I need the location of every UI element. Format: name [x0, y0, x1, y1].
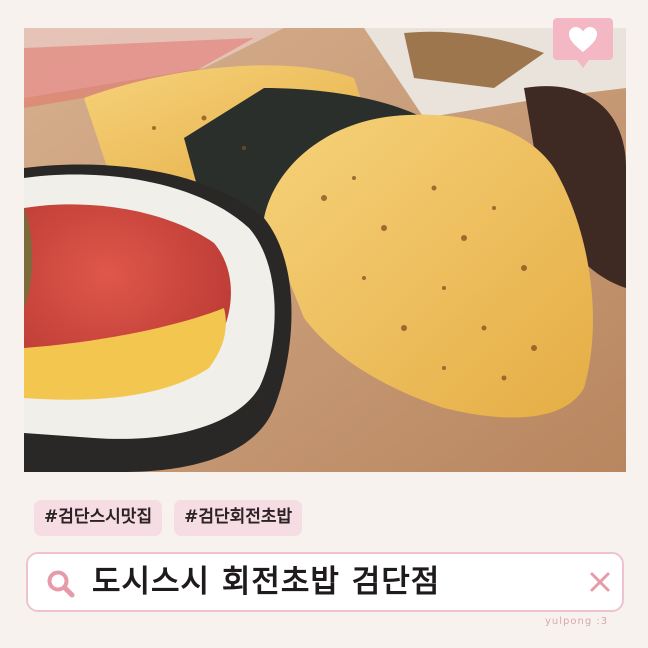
heart-icon[interactable]: [551, 16, 615, 72]
search-input[interactable]: 도시스시 회전초밥 검단점: [92, 554, 440, 610]
close-icon[interactable]: [589, 571, 611, 593]
sushi-photo: [24, 28, 626, 472]
search-icon[interactable]: [45, 568, 77, 600]
sushi-photo-illustration: [24, 28, 626, 472]
post-card: #검단스시맛집 #검단회전초밥 도시스시 회전초밥 검단점 yulpong :3: [0, 0, 648, 648]
watermark: yulpong :3: [545, 616, 609, 627]
hashtag[interactable]: #검단회전초밥: [174, 500, 303, 536]
hashtag[interactable]: #검단스시맛집: [34, 500, 163, 536]
hashtag-list: #검단스시맛집 #검단회전초밥: [34, 500, 303, 536]
search-bar[interactable]: 도시스시 회전초밥 검단점: [26, 552, 624, 612]
